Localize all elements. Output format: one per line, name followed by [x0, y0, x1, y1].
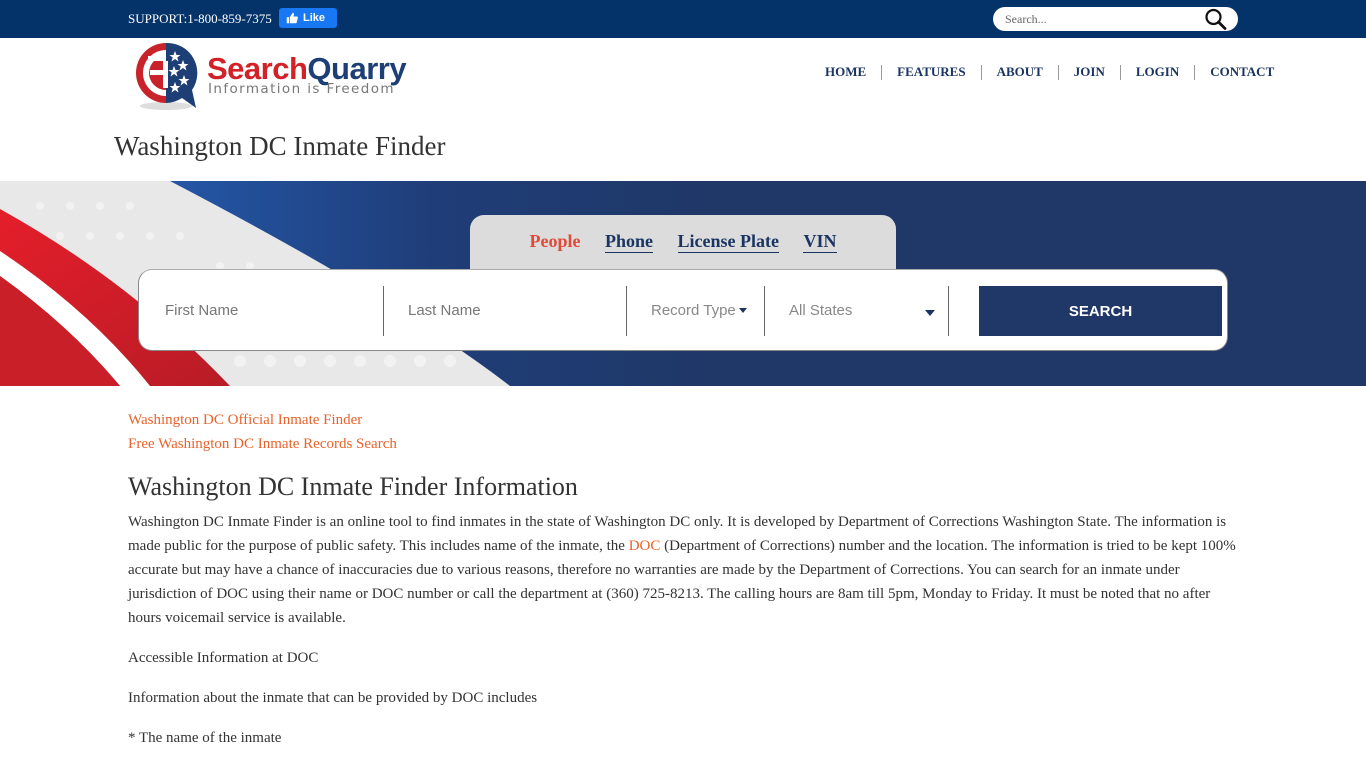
nav-features[interactable]: FEATURES [882, 64, 980, 80]
support-phone: SUPPORT:1-800-859-7375 [128, 11, 272, 26]
main-content: Washington DC Official Inmate Finder Fre… [128, 408, 1238, 750]
tab-vin[interactable]: VIN [803, 231, 837, 253]
info-provided-paragraph: Information about the inmate that can be… [128, 690, 538, 707]
chevron-down-icon [925, 310, 935, 316]
tab-license-plate[interactable]: License Plate [677, 231, 779, 253]
site-search [993, 7, 1238, 31]
state-select[interactable]: All States [789, 286, 935, 334]
nav-home[interactable]: HOME [810, 64, 881, 80]
main-nav: HOME FEATURES ABOUT JOIN LOGIN CONTACT [810, 64, 1289, 80]
facebook-like-button[interactable]: Like [279, 8, 337, 28]
intro-paragraph: Washington DC Inmate Finder is an online… [128, 514, 1236, 627]
nav-login[interactable]: LOGIN [1121, 64, 1194, 80]
free-inmate-records-link[interactable]: Free Washington DC Inmate Records Search [128, 432, 1238, 456]
field-divider [764, 286, 765, 336]
first-name-input[interactable] [165, 301, 375, 319]
tab-people[interactable]: People [529, 231, 580, 252]
site-search-input[interactable] [1005, 10, 1195, 28]
last-name-field [408, 286, 618, 334]
first-name-field [165, 286, 375, 334]
thumbs-up-icon [286, 12, 298, 24]
record-type-select[interactable]: Record Type [651, 286, 771, 334]
people-search-form: Record Type All States SEARCH [138, 269, 1228, 351]
record-type-value: Record Type [651, 301, 736, 319]
logo-emblem-icon [136, 42, 198, 110]
tab-phone[interactable]: Phone [604, 231, 653, 253]
accessible-info-paragraph: Accessible Information at DOC [128, 650, 319, 667]
search-tabs: People Phone License Plate VIN [470, 231, 896, 253]
search-icon[interactable] [1204, 8, 1228, 30]
logo-tagline: Information is Freedom [208, 81, 395, 97]
state-value: All States [789, 301, 853, 319]
official-inmate-finder-link[interactable]: Washington DC Official Inmate Finder [128, 408, 1238, 432]
inmate-name-item: * The name of the inmate [128, 730, 282, 747]
section-heading: Washington DC Inmate Finder Information [128, 472, 578, 501]
doc-link[interactable]: DOC [629, 538, 661, 554]
nav-about[interactable]: ABOUT [982, 64, 1058, 80]
field-divider [626, 286, 627, 336]
top-bar: SUPPORT:1-800-859-7375 Like [0, 0, 1366, 38]
field-divider [383, 286, 384, 336]
search-tabs-panel: People Phone License Plate VIN [470, 215, 896, 275]
site-logo[interactable]: SearchQuarry Information is Freedom [128, 40, 428, 112]
nav-join[interactable]: JOIN [1059, 64, 1120, 80]
page-title: Washington DC Inmate Finder [114, 131, 446, 161]
search-button[interactable]: SEARCH [979, 286, 1222, 336]
nav-contact[interactable]: CONTACT [1195, 64, 1289, 80]
last-name-input[interactable] [408, 301, 618, 319]
logo-wordmark: SearchQuarry [207, 51, 407, 86]
chevron-down-icon [738, 307, 747, 313]
like-label: Like [303, 12, 326, 24]
field-divider [948, 286, 949, 336]
